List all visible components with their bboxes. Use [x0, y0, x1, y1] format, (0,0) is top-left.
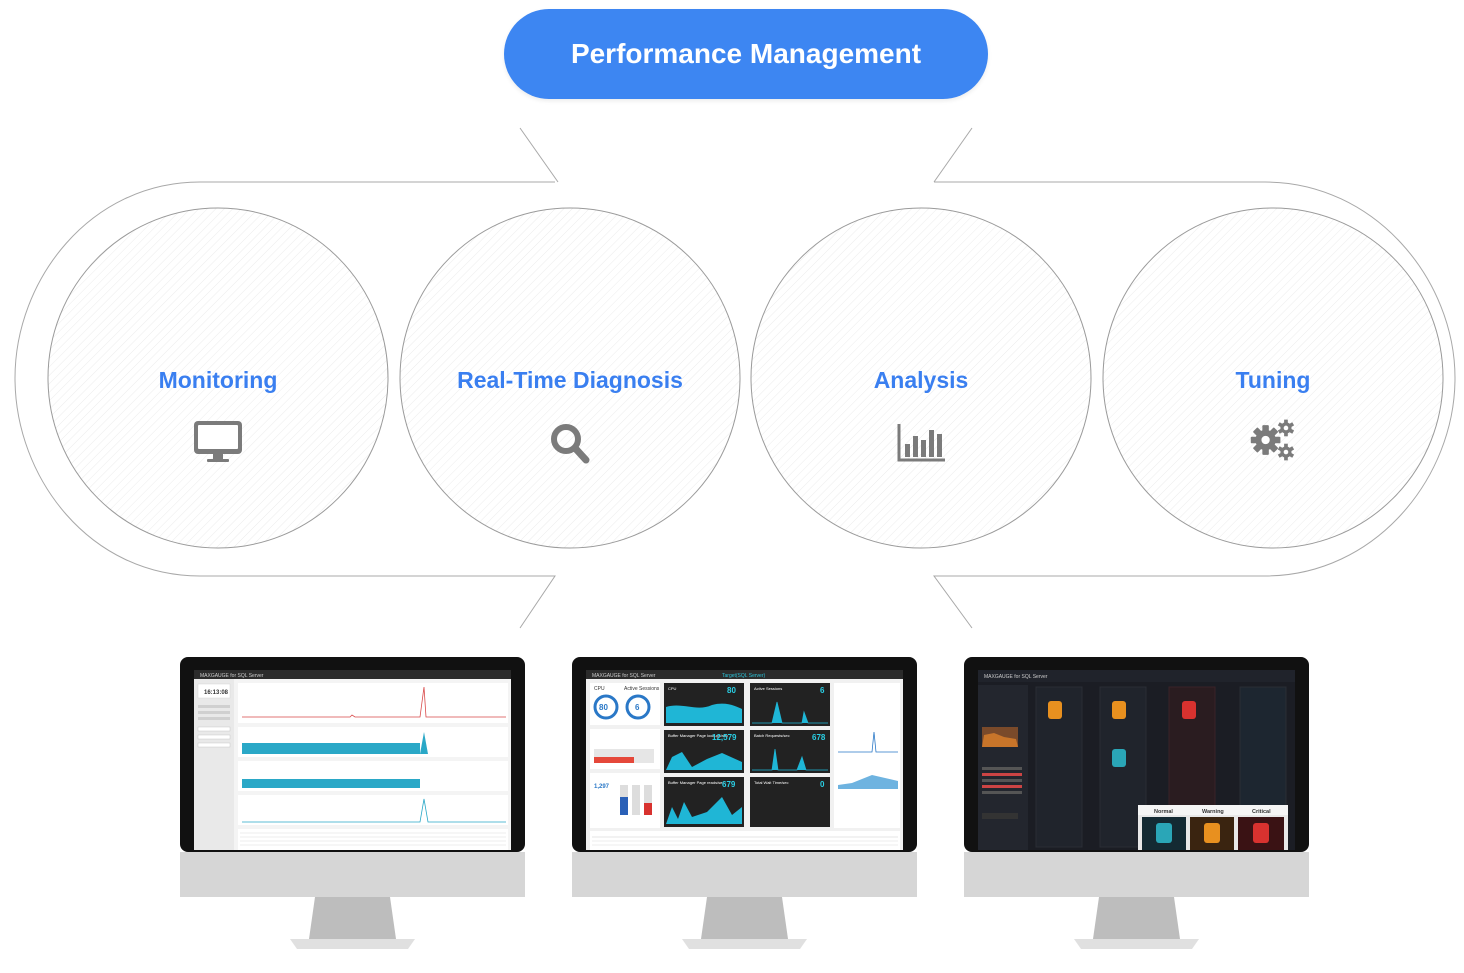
diagnosis-screen: MAXGAUGE for SQL Server Target(SQL Serve…: [572, 657, 917, 968]
panel-reads-value: 679: [722, 780, 736, 789]
stage-label-analysis: Analysis: [873, 367, 969, 393]
right-arrow-tip: [933, 127, 973, 183]
gears-icon: [1250, 419, 1295, 461]
left-arrow-tip: [519, 127, 559, 183]
gauge-cpu-value: 80: [599, 703, 608, 712]
gauge-cpu-label: CPU: [594, 686, 605, 692]
analysis-screen: MAXGAUGE for SQL Server Normal Warning C…: [964, 657, 1309, 968]
monitor-icon: [194, 421, 242, 462]
analysis-app-title: MAXGAUGE for SQL Server: [984, 674, 1048, 680]
monitoring-charts: [238, 683, 508, 850]
bar-chart-icon: [897, 424, 945, 462]
diagnosis-app-title: MAXGAUGE for SQL Server: [592, 673, 656, 679]
diagnosis-center-title: Target(SQL Server): [722, 673, 765, 679]
gauge-sessions-label: Active Sessions: [624, 686, 660, 692]
stage-label-tuning: Tuning: [1235, 367, 1311, 393]
panel-lookups-value: 12,579: [712, 733, 737, 742]
page-title: Performance Management: [504, 9, 988, 99]
panel-wait-value: 0: [820, 780, 825, 789]
panel-wait-label: Total Wait Time/sec: [754, 780, 789, 785]
panel-batch-label: Batch Requests/sec: [754, 733, 790, 738]
panel-batch-value: 678: [812, 733, 826, 742]
gauge-lower-value: 1,297: [594, 784, 610, 790]
panel-sessions-value: 6: [820, 686, 825, 695]
panel-reads-label: Buffer Manager Page reads/sec: [668, 780, 724, 785]
stage-label-monitoring: Monitoring: [158, 367, 278, 393]
search-icon: [551, 424, 590, 464]
legend-warning: Warning: [1202, 809, 1224, 815]
panel-cpu-label: CPU: [668, 686, 677, 691]
panel-sessions-label: Active Sessions: [754, 686, 782, 691]
monitoring-app-title: MAXGAUGE for SQL Server: [200, 673, 264, 679]
legend-critical: Critical: [1252, 809, 1271, 815]
monitoring-screen: MAXGAUGE for SQL Server 16:13:08: [180, 657, 525, 968]
panel-cpu-value: 80: [727, 686, 736, 695]
legend-normal: Normal: [1154, 809, 1173, 815]
gauge-sessions-value: 6: [635, 703, 640, 712]
monitoring-clock: 16:13:08: [204, 690, 229, 696]
stage-label-diagnosis: Real-Time Diagnosis: [457, 367, 683, 393]
